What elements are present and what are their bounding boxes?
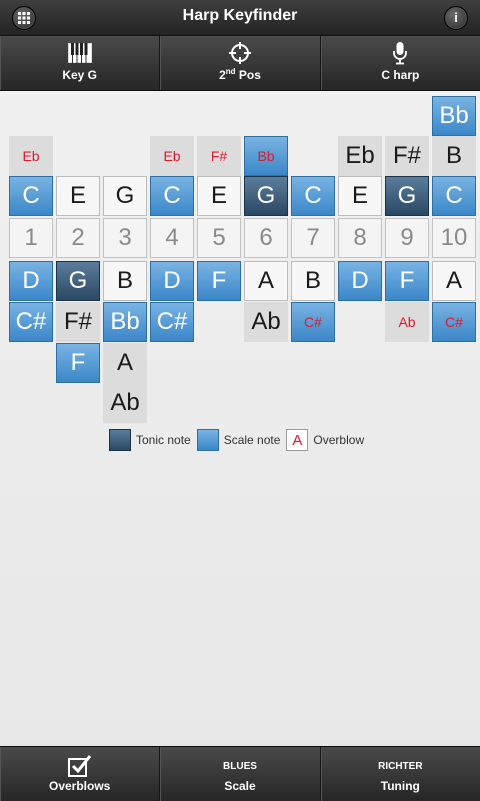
page-title: Harp Keyfinder [182,7,298,24]
draw-note-cell: A [244,261,288,301]
tonic-legend-label: Tonic note [136,433,191,447]
info-icon: i [454,10,458,25]
draw-note-cell: F [385,261,429,301]
key-button[interactable]: Key G [0,36,161,90]
blow-note-cell: C [291,176,335,216]
target-icon [228,42,251,64]
bend-note-cell: C# [9,302,53,342]
overblows-toggle[interactable]: Overblows [0,747,161,801]
hole-number-cell: 9 [385,218,429,258]
blow-note-cell: C [9,176,53,216]
overblow-cell: Bb [244,136,288,176]
blow-note-cell: C [150,176,194,216]
scale-button[interactable]: BLUES Scale [160,747,321,801]
hole-number-cell: 3 [103,218,147,258]
scale-swatch [196,429,219,451]
bend3-note-cell: Ab [103,383,147,423]
draw-note-cell: G [56,261,100,301]
blow-note-cell: E [338,176,382,216]
bend2-note-cell: F [56,343,100,383]
scale-label: Scale [224,779,256,793]
tuning-label: Tuning [380,779,420,793]
hole-number-cell: 8 [338,218,382,258]
draw-note-cell: D [150,261,194,301]
tonic-swatch [109,429,131,451]
harp-button[interactable]: C harp [321,36,480,90]
tuning-value: RICHTER [378,761,423,772]
hole-number-cell: 10 [432,218,476,258]
overblow-swatch: A [286,429,309,451]
hole-number-cell: 5 [197,218,241,258]
bend-note-cell: C# [432,302,476,342]
top-bend-cell: Bb [432,96,476,136]
top-toolbar: Key G 2nd Pos C harp [0,36,480,91]
microphone-icon [393,42,408,65]
bottom-toolbar: Overblows BLUES Scale RICHTER Tuning [0,746,480,801]
position-number: 2 [219,68,226,82]
draw-note-cell: A [432,261,476,301]
blow-note-cell: G [103,176,147,216]
draw-note-cell: D [338,261,382,301]
tuning-button[interactable]: RICHTER Tuning [321,747,480,801]
position-text: Pos [235,68,261,82]
blow-note-cell: G [385,176,429,216]
hole-number-cell: 7 [291,218,335,258]
bend-note-cell: Ab [385,302,429,342]
key-label: Key G [62,68,97,82]
overblows-label: Overblows [48,779,111,793]
hole-number-cell: 4 [150,218,194,258]
title-bar: Harp Keyfinder i [0,0,480,36]
bend-note-cell: Ab [244,302,288,342]
hole-number-cell: 2 [56,218,100,258]
scale-value: BLUES [223,761,257,772]
bend-note-cell: F# [56,302,100,342]
overblow-cell: F# [385,136,429,176]
draw-note-cell: F [197,261,241,301]
piano-keys-icon [67,43,92,63]
draw-note-cell: D [9,261,53,301]
hole-number-cell: 6 [244,218,288,258]
position-suffix: nd [225,67,236,76]
info-button[interactable]: i [444,6,468,30]
bend2-note-cell: A [103,343,147,383]
position-button[interactable]: 2nd Pos [160,36,321,90]
bend-note-cell: Bb [103,302,147,342]
scale-legend-label: Scale note [223,433,281,447]
blow-note-cell: E [197,176,241,216]
bend-note-cell: C# [291,302,335,342]
blow-note-cell: G [244,176,288,216]
legend: Tonic note Scale note A Overblow [109,428,370,452]
overblow-cell: Eb [9,136,53,176]
overblow-cell: Eb [150,136,194,176]
blow-note-cell: C [432,176,476,216]
overblow-legend-label: Overblow [313,433,365,447]
draw-note-cell: B [103,261,147,301]
overblow-cell: B [432,136,476,176]
overblow-cell: F# [197,136,241,176]
hole-number-cell: 1 [9,218,53,258]
position-label: 2nd Pos [160,67,319,82]
bend-note-cell: C# [150,302,194,342]
draw-note-cell: B [291,261,335,301]
overblow-cell: Eb [338,136,382,176]
checkbox-checked-icon [67,755,91,777]
blow-note-cell: E [56,176,100,216]
harp-label: C harp [381,68,420,82]
